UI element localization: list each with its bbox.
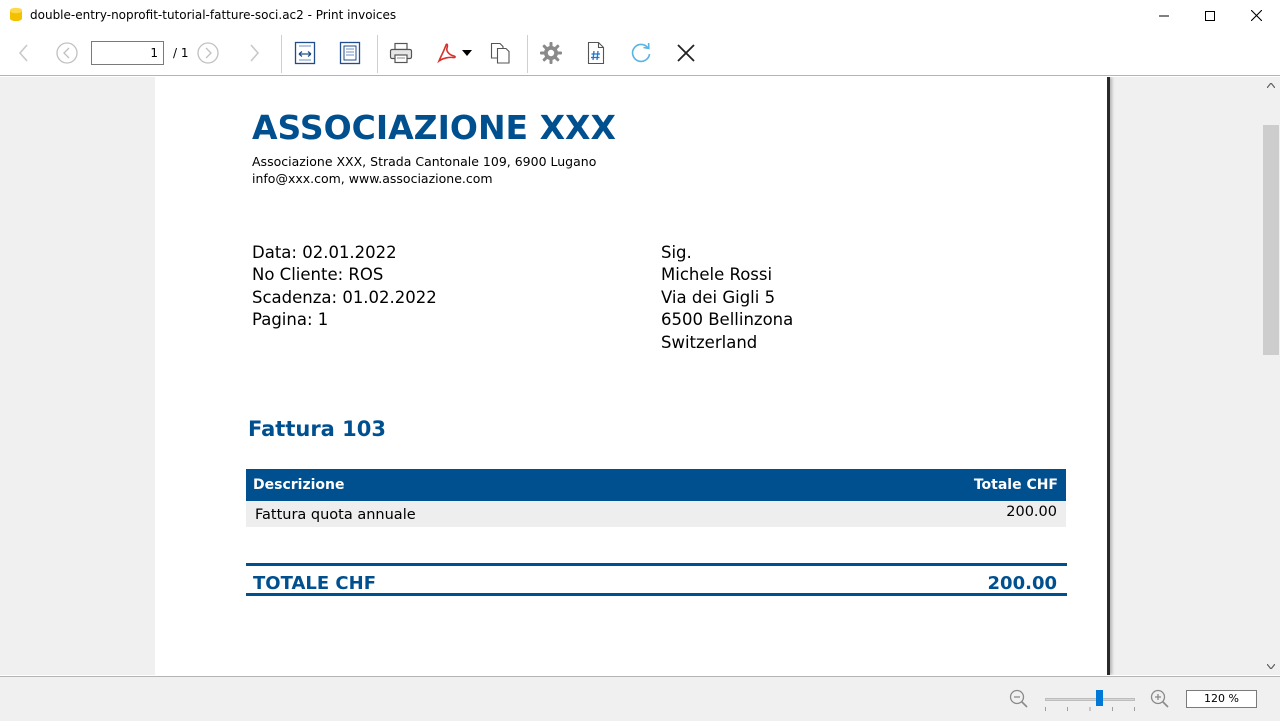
organization-contact: info@xxx.com, www.associazione.com	[252, 171, 493, 186]
minimize-icon	[1159, 15, 1169, 16]
page-number-icon	[587, 41, 605, 65]
scrollbar-thumb[interactable]	[1263, 125, 1279, 355]
recipient-city: 6500 Bellinzona	[661, 310, 794, 329]
zoom-slider-thumb[interactable]	[1095, 690, 1103, 706]
app-icon	[10, 7, 22, 22]
toolbar-separator	[377, 35, 378, 73]
total-bottom-rule	[246, 593, 1067, 596]
page-number-input[interactable]	[91, 41, 164, 65]
total-label: TOTALE CHF	[253, 573, 376, 594]
copy-icon	[490, 42, 510, 64]
fit-page-icon	[339, 41, 361, 65]
window-close-button[interactable]	[1233, 0, 1279, 31]
close-preview-button[interactable]	[671, 38, 701, 68]
recipient-street: Via dei Gigli 5	[661, 288, 776, 307]
recipient-salutation: Sig.	[661, 243, 692, 262]
first-page-button[interactable]	[52, 38, 82, 68]
settings-button[interactable]	[536, 38, 566, 68]
invoice-title: Fattura 103	[248, 417, 386, 441]
pdf-icon	[437, 43, 456, 64]
last-page-button[interactable]	[193, 38, 223, 68]
zoom-slider[interactable]	[1045, 698, 1135, 701]
maximize-icon	[1205, 10, 1215, 21]
print-icon	[389, 42, 413, 64]
toolbar-separator	[527, 35, 528, 73]
zoom-out-icon[interactable]	[1009, 689, 1029, 709]
page-total: / 1	[173, 46, 189, 60]
zoom-in-icon[interactable]	[1150, 689, 1170, 709]
row-amount: 200.00	[1006, 504, 1057, 520]
fit-width-button[interactable]	[290, 38, 320, 68]
refresh-button[interactable]	[626, 38, 656, 68]
fit-width-icon	[294, 41, 316, 65]
scroll-down-icon[interactable]	[1267, 664, 1275, 669]
window-title: double-entry-noprofit-tutorial-fatture-s…	[30, 8, 397, 22]
table-row: Fattura quota annuale 200.00	[246, 501, 1066, 527]
page-info: Pagina: 1	[252, 310, 329, 329]
table-header: Descrizione Totale CHF	[246, 469, 1066, 501]
title-bar: double-entry-noprofit-tutorial-fatture-s…	[0, 0, 1280, 31]
due-date: Scadenza: 01.02.2022	[252, 288, 437, 307]
row-description: Fattura quota annuale	[255, 507, 416, 523]
maximize-button[interactable]	[1187, 0, 1233, 31]
print-preview-area[interactable]: ASSOCIAZIONE XXX Associazione XXX, Strad…	[0, 77, 1262, 675]
previous-page-icon	[18, 44, 28, 62]
invoice-date: Data: 02.01.2022	[252, 243, 397, 262]
print-button[interactable]	[386, 38, 416, 68]
fit-page-button[interactable]	[335, 38, 365, 68]
last-page-icon	[197, 42, 219, 64]
close-icon	[677, 44, 695, 62]
close-icon	[1250, 10, 1262, 21]
total-value: 200.00	[987, 573, 1057, 594]
toolbar-separator	[281, 35, 282, 73]
minimize-button[interactable]	[1141, 0, 1187, 31]
next-page-icon	[250, 44, 260, 62]
refresh-icon	[631, 42, 651, 63]
page-number-button[interactable]	[581, 38, 611, 68]
organization-address: Associazione XXX, Strada Cantonale 109, …	[252, 154, 597, 169]
organization-name: ASSOCIAZIONE XXX	[252, 108, 616, 147]
toolbar: / 1	[0, 31, 1280, 76]
column-header-total: Totale CHF	[973, 477, 1058, 493]
recipient-name: Michele Rossi	[661, 265, 773, 284]
status-bar: 120 %	[0, 676, 1280, 721]
scroll-up-icon[interactable]	[1267, 83, 1275, 88]
column-header-description: Descrizione	[253, 477, 345, 493]
customer-number: No Cliente: ROS	[252, 265, 384, 284]
invoice-page: ASSOCIAZIONE XXX Associazione XXX, Strad…	[155, 77, 1107, 675]
settings-icon	[540, 42, 562, 64]
previous-page-button[interactable]	[9, 38, 39, 68]
zoom-slider-ticks	[1045, 707, 1135, 711]
recipient-country: Switzerland	[661, 333, 758, 352]
first-page-icon	[56, 42, 78, 64]
next-page-button[interactable]	[239, 38, 269, 68]
dropdown-arrow-icon	[462, 50, 472, 56]
copy-button[interactable]	[485, 38, 515, 68]
zoom-level-field[interactable]: 120 %	[1186, 690, 1257, 708]
pdf-options-dropdown[interactable]	[457, 38, 477, 68]
total-top-rule	[246, 563, 1067, 566]
